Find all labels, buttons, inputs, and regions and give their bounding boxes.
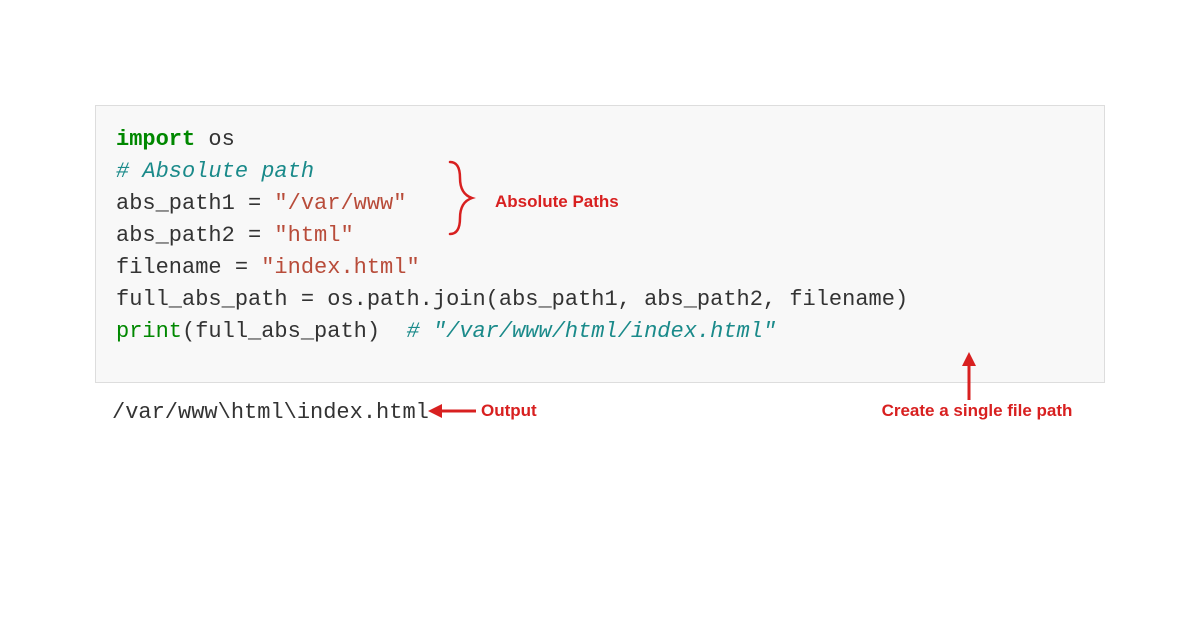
annotation-output: Output: [481, 401, 537, 421]
keyword-import: import: [116, 127, 195, 152]
arg-full-abs-path: full_abs_path: [195, 319, 367, 344]
str-var-www: "/var/www": [261, 191, 406, 216]
op-equals: =: [235, 255, 248, 280]
code-line-print: print(full_abs_path) # "/var/www/html/in…: [116, 316, 1084, 348]
code-block: import os # Absolute path abs_path1 = "/…: [95, 105, 1105, 383]
annotation-absolute-paths: Absolute Paths: [495, 192, 619, 212]
var-abs-path2: abs_path2: [116, 223, 248, 248]
comment-output-path: # "/var/www/html/index.html": [406, 319, 776, 344]
code-line-filename: filename = "index.html": [116, 252, 1084, 284]
op-equals: =: [248, 223, 261, 248]
comment-absolute-path: # Absolute path: [116, 159, 314, 184]
str-html: "html": [261, 223, 353, 248]
op-equals: =: [248, 191, 261, 216]
arrow-left-icon: [428, 401, 478, 421]
paren-open: (: [182, 319, 195, 344]
annotation-single-file-path: Create a single file path: [872, 401, 1082, 421]
code-line-comment: # Absolute path: [116, 156, 1084, 188]
code-line-abs-path2: abs_path2 = "html": [116, 220, 1084, 252]
fn-print: print: [116, 319, 182, 344]
op-equals: =: [301, 287, 314, 312]
var-abs-path1: abs_path1: [116, 191, 248, 216]
fn-os-path-join: os.path.join(abs_path1, abs_path2, filen…: [314, 287, 908, 312]
output-text: /var/www\html\index.html: [112, 400, 429, 425]
code-line-import: import os: [116, 124, 1084, 156]
module-os: os: [195, 127, 235, 152]
code-line-full-abs-path: full_abs_path = os.path.join(abs_path1, …: [116, 284, 1084, 316]
paren-close: ): [367, 319, 407, 344]
str-index-html: "index.html": [248, 255, 420, 280]
var-filename: filename: [116, 255, 235, 280]
var-full-abs-path: full_abs_path: [116, 287, 301, 312]
